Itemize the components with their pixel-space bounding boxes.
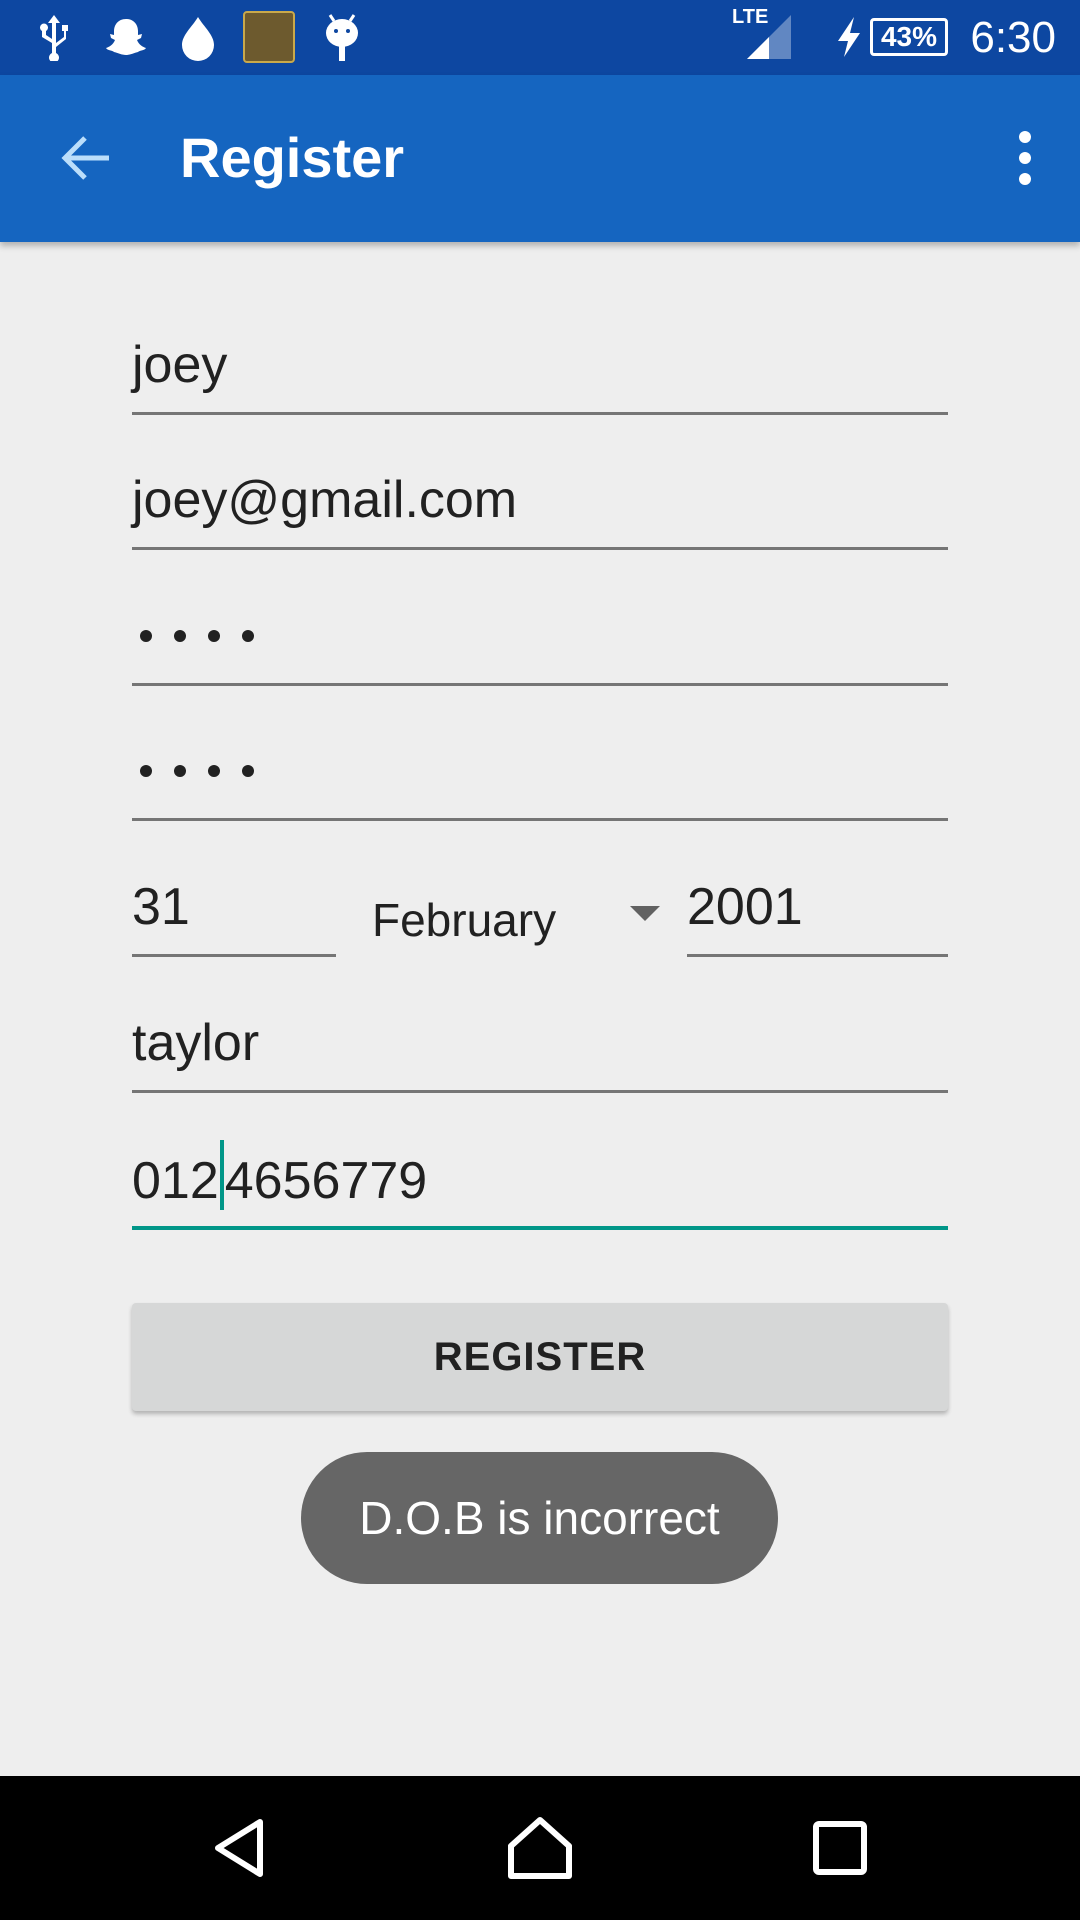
app-bar: Register xyxy=(0,75,1080,242)
android-debug-icon xyxy=(322,12,362,62)
surname-field[interactable]: taylor xyxy=(132,1003,948,1093)
usb-icon xyxy=(36,12,72,62)
clock: 6:30 xyxy=(970,13,1056,62)
status-bar: LTE 43% 6:30 xyxy=(0,0,1080,75)
arrow-back-icon xyxy=(61,136,109,180)
nav-home-icon[interactable] xyxy=(490,1798,590,1898)
name-field[interactable]: joey xyxy=(132,325,948,415)
snapchat-icon xyxy=(104,12,148,62)
dob-month-label: February xyxy=(372,894,557,946)
overflow-menu-icon[interactable] xyxy=(990,118,1060,198)
dropdown-arrow-icon[interactable] xyxy=(630,906,660,921)
page-title: Register xyxy=(180,126,405,189)
email-field[interactable]: joey@gmail.com xyxy=(132,460,948,550)
game-app-icon xyxy=(243,11,295,63)
password-field[interactable] xyxy=(132,596,948,686)
dob-month-select[interactable]: February xyxy=(372,880,662,970)
drop-icon xyxy=(178,12,218,62)
navigation-bar xyxy=(0,1776,1080,1920)
signal-icon xyxy=(745,12,793,62)
phone-text-after-cursor: 4656779 xyxy=(224,1152,428,1210)
dob-year-field[interactable]: 2001 xyxy=(687,867,948,957)
confirm-password-dots xyxy=(132,731,948,811)
phone-text-before-cursor: 012 xyxy=(132,1152,219,1210)
charging-icon xyxy=(834,12,864,62)
confirm-password-field[interactable] xyxy=(132,731,948,821)
phone-field[interactable]: 012 4656779 xyxy=(132,1140,948,1230)
register-button[interactable]: REGISTER xyxy=(132,1303,948,1411)
password-dots xyxy=(132,596,948,676)
dob-day-field[interactable]: 31 xyxy=(132,867,336,957)
nav-back-icon[interactable] xyxy=(190,1798,290,1898)
back-button[interactable] xyxy=(40,118,130,198)
nav-recents-icon[interactable] xyxy=(790,1798,890,1898)
toast-message: D.O.B is incorrect xyxy=(301,1452,778,1584)
text-cursor xyxy=(219,1140,224,1210)
battery-icon: 43% xyxy=(870,18,948,56)
